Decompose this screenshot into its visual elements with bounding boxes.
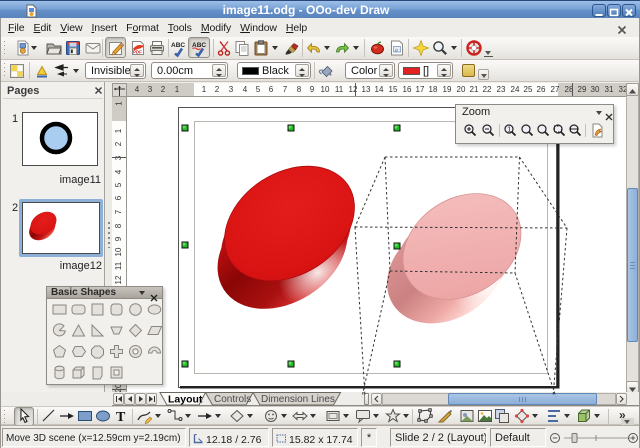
svg-text:Dimension Lines: Dimension Lines bbox=[261, 394, 335, 405]
svg-text:PDF: PDF bbox=[133, 50, 142, 55]
svg-text:T: T bbox=[116, 410, 126, 425]
svg-text:a: a bbox=[395, 47, 398, 53]
svg-text:ABC: ABC bbox=[171, 42, 185, 49]
svg-text:1: 1 bbox=[507, 127, 511, 134]
svg-text:Controls: Controls bbox=[214, 394, 251, 405]
svg-text:Layout: Layout bbox=[168, 394, 203, 406]
